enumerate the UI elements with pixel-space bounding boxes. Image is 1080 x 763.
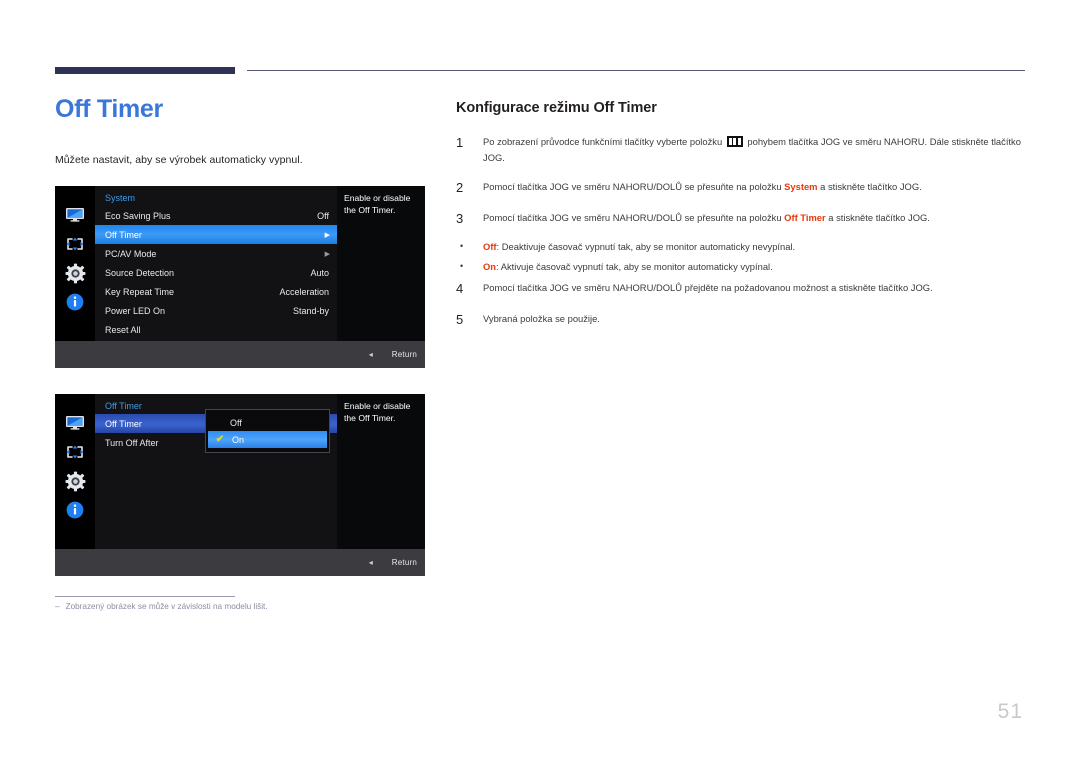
dropdown-option-label: Off: [230, 417, 242, 428]
step-number: 3: [456, 210, 464, 226]
page-number: 51: [997, 700, 1023, 723]
step-text-part: Pomocí tlačítka JOG ve směru NAHORU/DOLŮ…: [483, 181, 785, 193]
menu-icon: [726, 136, 743, 147]
osd1-menu-item-label: Eco Saving Plus: [105, 210, 171, 221]
info-icon[interactable]: [55, 292, 95, 312]
osd-screenshot-off-timer-menu: Off Timer Off Timer Turn Off After Off ✔…: [55, 394, 425, 576]
bullet-text: On: Aktivuje časovač vypnutí tak, aby se…: [483, 260, 1026, 274]
osd1-menu-list: Eco Saving Plus Off Off Timer ▶ PC/AV Mo…: [95, 206, 337, 339]
osd1-menu-item-value: Auto: [310, 267, 329, 278]
osd1-icon-sidebar: [55, 186, 95, 341]
osd1-menu-item[interactable]: Reset All: [95, 320, 337, 339]
osd1-menu-body: System Eco Saving Plus Off Off Timer ▶ P…: [95, 186, 337, 341]
step-text-highlight: System: [784, 181, 818, 193]
step-text: Pomocí tlačítka JOG ve směru NAHORU/DOLŮ…: [483, 282, 933, 294]
instruction-step: 3 Pomocí tlačítka JOG ve směru NAHORU/DO…: [456, 210, 1026, 227]
osd2-icon-sidebar: [55, 394, 95, 549]
step-text-part: Po zobrazení průvodce funkčními tlačítky…: [483, 136, 725, 147]
dropdown-option-off[interactable]: Off: [206, 414, 329, 431]
osd2-menu-body: Off Timer Off Timer Turn Off After Off ✔…: [95, 394, 337, 549]
bullet-dot: •: [460, 261, 464, 272]
osd1-menu-item-label: Source Detection: [105, 267, 175, 278]
osd1-menu-item-label: Power LED On: [105, 305, 166, 316]
osd1-menu-item-value: Off: [317, 210, 329, 221]
header-rule-thick: [55, 67, 235, 74]
chevron-right-icon: ▶: [324, 250, 330, 258]
footnote-dash: –: [55, 602, 60, 611]
osd1-menu-item-selected[interactable]: Off Timer ▶: [95, 225, 337, 244]
bullet-text-part: : Aktivuje časovač vypnutí tak, aby se m…: [496, 261, 773, 273]
section-title: Konfigurace režimu Off Timer: [456, 100, 657, 116]
chevron-right-icon: ▶: [324, 231, 330, 239]
screen-adjust-icon[interactable]: [55, 442, 95, 462]
step-number: 1: [456, 135, 464, 150]
step-number: 5: [456, 312, 464, 328]
osd2-return-label[interactable]: Return: [392, 558, 417, 567]
dropdown-option-on[interactable]: ✔ On: [208, 431, 327, 448]
step-text: Pomocí tlačítka JOG ve směru NAHORU/DOLŮ…: [483, 210, 1026, 226]
bullet-text-part: : Deaktivuje časovač vypnutí tak, aby se…: [496, 241, 796, 253]
step-text-highlight: Off Timer: [784, 211, 826, 223]
osd1-menu-item[interactable]: Eco Saving Plus Off: [95, 206, 337, 225]
bullet-text: Off: Deaktivuje časovač vypnutí tak, aby…: [483, 240, 1026, 254]
page-title: Off Timer: [55, 95, 163, 123]
osd1-menu-item-value: Stand-by: [292, 305, 329, 316]
osd1-menu-item[interactable]: Key Repeat Time Acceleration: [95, 282, 337, 301]
osd-screenshot-system-menu: System Eco Saving Plus Off Off Timer ▶ P…: [55, 186, 425, 368]
osd2-description-panel: Enable or disable the Off Timer.: [337, 394, 425, 549]
osd1-menu-item[interactable]: PC/AV Mode ▶: [95, 244, 337, 263]
osd1-menu-item-label: Off Timer: [105, 229, 142, 240]
monitor-icon[interactable]: [55, 204, 95, 224]
osd1-menu-item-label: Reset All: [105, 324, 141, 335]
header-rule-thin: [247, 70, 1025, 71]
dropdown-option-label: On: [232, 434, 245, 445]
step-text: Vybraná položka se použije.: [483, 313, 600, 325]
footnote-text: Zobrazený obrázek se může v závislosti n…: [65, 602, 268, 611]
step-text-part: a stiskněte tlačítko JOG.: [817, 181, 922, 193]
step-number: 2: [456, 180, 464, 196]
osd1-menu-header: System: [105, 193, 136, 203]
step-text-part: Pomocí tlačítka JOG ve směru NAHORU/DOLŮ…: [483, 211, 785, 223]
osd1-footer: ◂ Return: [55, 341, 425, 368]
bullet-text-highlight: Off: [483, 241, 497, 253]
footnote: – Zobrazený obrázek se může v závislosti…: [55, 602, 475, 611]
off-timer-dropdown[interactable]: Off ✔ On: [205, 409, 330, 453]
footnote-rule: [55, 596, 235, 597]
back-arrow-icon[interactable]: ◂: [369, 350, 373, 359]
screen-adjust-icon[interactable]: [55, 234, 95, 254]
back-arrow-icon[interactable]: ◂: [369, 558, 373, 567]
osd1-menu-item[interactable]: Source Detection Auto: [95, 263, 337, 282]
bullet-item: • On: Aktivuje časovač vypnutí tak, aby …: [456, 260, 1026, 274]
monitor-icon[interactable]: [55, 412, 95, 432]
bullet-dot: •: [460, 241, 464, 252]
step-text: Po zobrazení průvodce funkčními tlačítky…: [483, 134, 1026, 165]
step-text: Pomocí tlačítka JOG ve směru NAHORU/DOLŮ…: [483, 179, 1026, 195]
osd1-menu-item-label: Key Repeat Time: [105, 286, 175, 297]
bullet-text-highlight: On: [483, 261, 497, 273]
step-text-part: a stiskněte tlačítko JOG.: [825, 211, 930, 223]
page-intro-text: Můžete nastavit, aby se výrobek automati…: [55, 153, 303, 166]
gear-icon[interactable]: [55, 471, 95, 491]
osd1-menu-item[interactable]: Power LED On Stand-by: [95, 301, 337, 320]
osd1-menu-item-value: Acceleration: [279, 286, 329, 297]
bullet-item: • Off: Deaktivuje časovač vypnutí tak, a…: [456, 240, 1026, 254]
checkmark-icon: ✔: [215, 434, 225, 445]
osd1-menu-item-label: PC/AV Mode: [105, 248, 157, 259]
info-icon[interactable]: [55, 500, 95, 520]
osd2-footer: ◂ Return: [55, 549, 425, 576]
instruction-step: 5 Vybraná položka se použije.: [456, 311, 1026, 328]
left-column: Off Timer Můžete nastavit, aby se výrobe…: [55, 95, 435, 176]
osd1-description-panel: Enable or disable the Off Timer.: [337, 186, 425, 341]
instruction-step: 4 Pomocí tlačítka JOG ve směru NAHORU/DO…: [456, 280, 1026, 297]
instruction-step: 1 Po zobrazení průvodce funkčními tlačít…: [456, 134, 1026, 165]
right-column: Konfigurace režimu Off Timer 1 Po zobraz…: [456, 100, 1026, 342]
gear-icon[interactable]: [55, 263, 95, 283]
instruction-step: 2 Pomocí tlačítka JOG ve směru NAHORU/DO…: [456, 179, 1026, 196]
step-number: 4: [456, 281, 464, 297]
osd1-return-label[interactable]: Return: [392, 350, 417, 359]
